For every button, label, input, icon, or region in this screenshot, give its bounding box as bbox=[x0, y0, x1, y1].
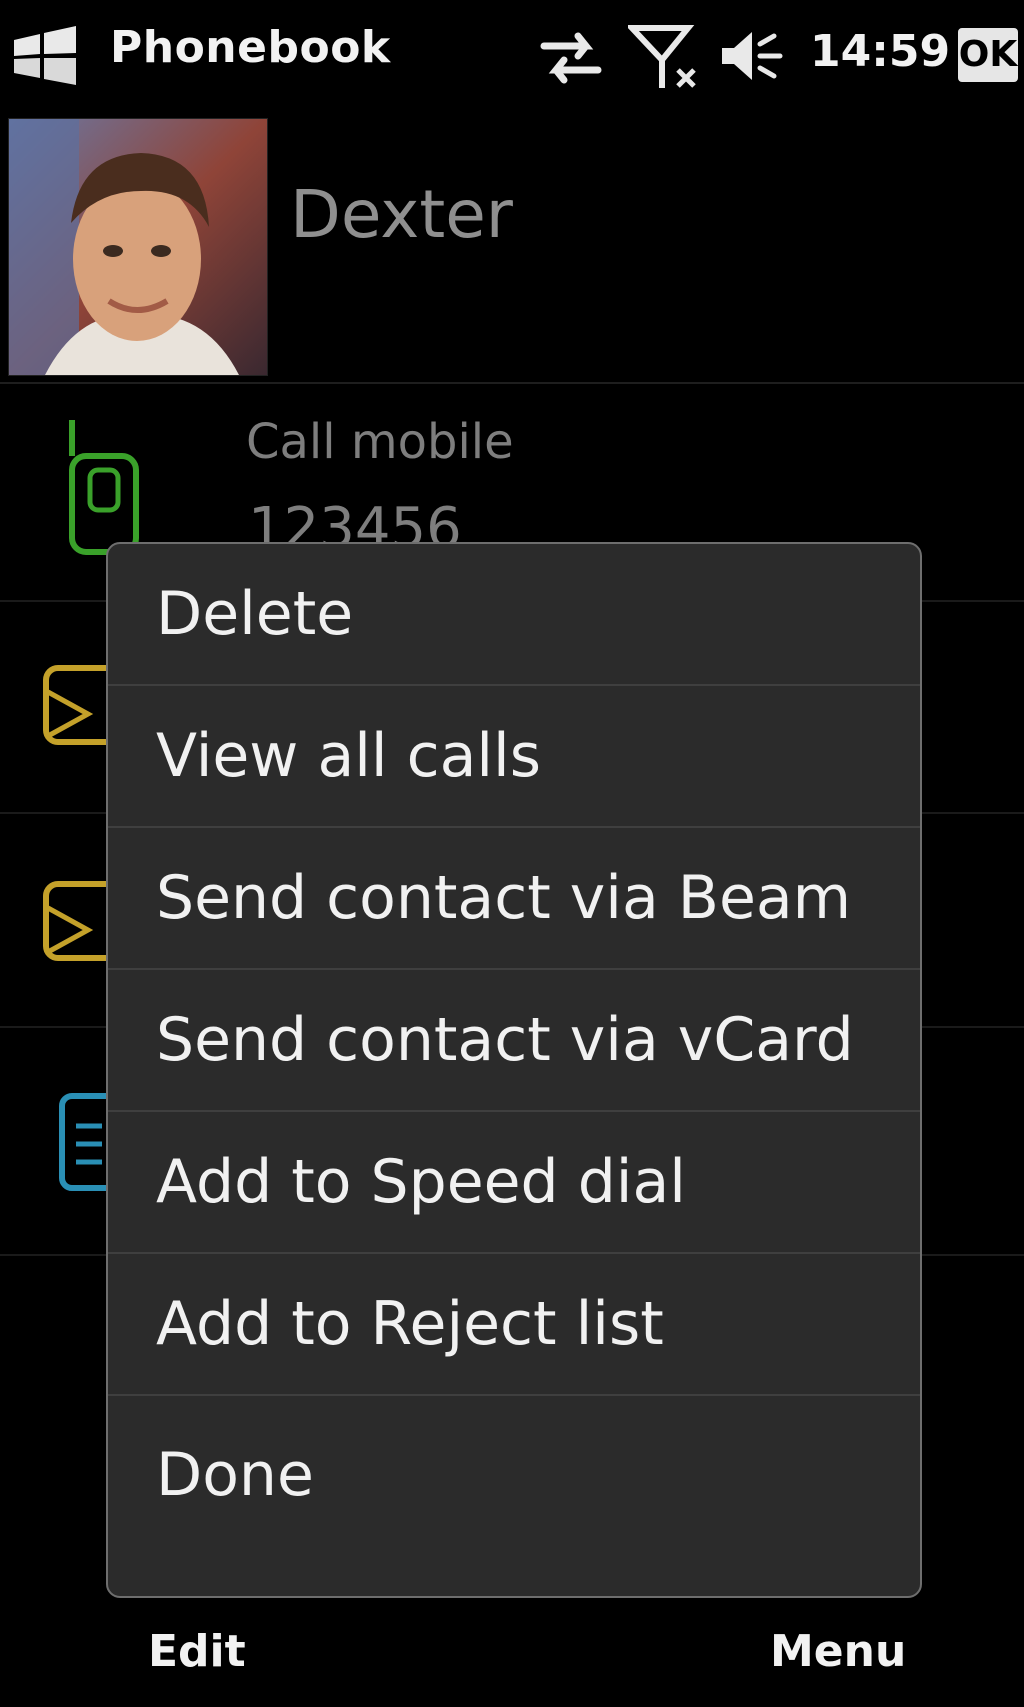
app-title: Phonebook bbox=[110, 22, 391, 73]
header-divider bbox=[0, 382, 1024, 384]
contact-name: Dexter bbox=[290, 176, 513, 253]
menu-item-send-via-beam[interactable]: Send contact via Beam bbox=[108, 828, 920, 970]
ok-button[interactable]: OK bbox=[958, 28, 1018, 82]
menu-softkey[interactable]: Menu bbox=[770, 1626, 906, 1677]
avatar bbox=[9, 119, 267, 375]
status-bar: Phonebook 14:59 OK bbox=[0, 0, 1024, 110]
menu-item-add-speed-dial[interactable]: Add to Speed dial bbox=[108, 1112, 920, 1254]
clock: 14:59 bbox=[810, 26, 951, 77]
call-mobile-label: Call mobile bbox=[246, 414, 514, 470]
menu-item-view-all-calls[interactable]: View all calls bbox=[108, 686, 920, 828]
mobile-phone-icon bbox=[69, 420, 139, 555]
contact-photo[interactable] bbox=[8, 118, 268, 376]
edit-softkey[interactable]: Edit bbox=[148, 1626, 246, 1677]
menu-item-done[interactable]: Done bbox=[108, 1396, 920, 1554]
menu-item-add-reject-list[interactable]: Add to Reject list bbox=[108, 1254, 920, 1396]
menu-item-delete[interactable]: Delete bbox=[108, 544, 920, 686]
sound-muted-icon[interactable] bbox=[718, 26, 784, 86]
data-sync-icon[interactable] bbox=[538, 28, 604, 88]
menu-item-send-via-vcard[interactable]: Send contact via vCard bbox=[108, 970, 920, 1112]
context-menu: Delete View all calls Send contact via B… bbox=[106, 542, 922, 1598]
no-signal-icon[interactable] bbox=[628, 22, 700, 92]
windows-logo-icon[interactable] bbox=[10, 26, 80, 86]
